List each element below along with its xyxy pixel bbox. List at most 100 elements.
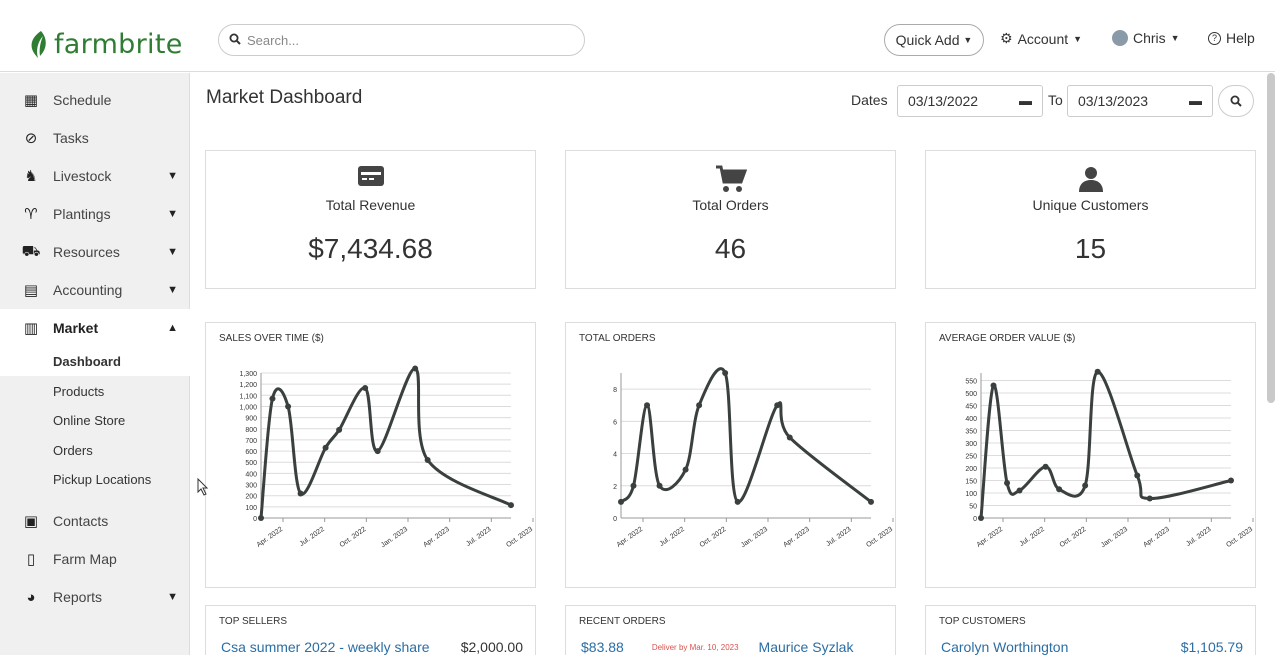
deliver-note: Deliver by Mar. 10, 2023 [651,642,739,652]
contact-card-icon: ▣ [23,513,39,530]
sidebar-item-resources[interactable]: ⛟ Resources ▼ [0,233,190,271]
y-tick-label: 800 [245,427,257,434]
y-tick-label: 1,200 [239,382,257,389]
sidebar-item-accounting[interactable]: ▤ Accounting ▼ [0,271,190,309]
y-tick-label: 300 [245,483,257,490]
sidebar-item-livestock[interactable]: ♞ Livestock ▼ [0,157,190,195]
calendar-icon: ▦ [23,92,39,109]
sidebar-item-label: Resources [53,244,120,260]
data-point [644,402,651,409]
amount: $1,105.79 [1180,639,1243,655]
sidebar-item-schedule[interactable]: ▦ Schedule [0,81,190,119]
y-tick-label: 0 [253,516,257,523]
search-input[interactable]: Search... [218,24,585,56]
leaf-logo-icon [31,31,46,58]
sidebar-subitem-pickup-locations[interactable]: Pickup Locations [0,465,190,494]
calendar-icon[interactable]: ▬ [1019,93,1032,108]
quick-add-button[interactable]: Quick Add ▼ [884,24,984,56]
sidebar-item-tasks[interactable]: ⊘ Tasks [0,119,190,157]
date-search-button[interactable] [1218,85,1254,117]
y-tick-label: 6 [613,419,617,426]
y-tick-label: 2 [613,484,617,491]
x-tick-label: Apr. 2023 [1142,526,1171,549]
dates-label: Dates [851,92,888,108]
list-title: RECENT ORDERS [579,616,666,627]
sidebar-item-label: Reports [53,589,103,605]
cart-icon [715,165,747,196]
caret-down-icon: ▼ [1073,33,1083,44]
amount: $2,000.00 [460,639,523,655]
data-point [508,502,514,509]
x-tick-label: Oct. 2023 [865,526,894,549]
sidebar-subitem-orders[interactable]: Orders [0,436,190,465]
data-point [618,498,624,505]
stat-card-revenue: Total Revenue $7,434.68 [205,150,536,289]
sidebar-item-farm-map[interactable]: ▯ Farm Map [0,540,190,578]
stat-value: $7,434.68 [308,233,433,264]
chart-title: SALES OVER TIME ($) [219,333,324,344]
chart-card-sales: SALES OVER TIME ($) 0 100 200 300 400 500 600 7… [205,322,536,588]
stat-label: Unique Customers [1032,197,1149,213]
calendar-icon[interactable]: ▬ [1189,93,1202,108]
data-point [656,482,663,489]
top-bar: farmbrite Search... Quick Add ▼ ⚙ Accoun… [0,8,1275,72]
tractor-icon: ⛟ [21,242,41,260]
x-tick-label: Oct. 2022 [699,526,728,549]
credit-card-icon [357,165,385,190]
user-name: Chris [1133,30,1166,46]
product-link[interactable]: Csa summer 2022 - weekly share [221,639,430,655]
data-point [285,403,292,410]
stat-label: Total Orders [692,197,769,213]
data-point [412,365,419,372]
data-point [978,515,984,521]
brand-name: farmbrite [54,28,183,60]
y-tick-label: 300 [965,441,977,448]
data-point [1016,487,1023,494]
data-point [322,444,329,451]
customer-link[interactable]: Carolyn Worthington [941,639,1068,655]
y-tick-label: 1,300 [239,371,257,378]
sidebar-item-contacts[interactable]: ▣ Contacts [0,502,190,540]
sidebar-item-label: Plantings [53,206,111,222]
x-tick-label: Jan. 2023 [380,526,409,549]
scrollbar[interactable] [1267,73,1275,403]
x-tick-label: Apr. 2022 [976,526,1005,549]
sidebar: ▦ Schedule ⊘ Tasks ♞ Livestock ▼ ♈ Plant… [0,73,190,655]
data-point [786,434,793,441]
y-tick-label: 450 [965,404,977,411]
sidebar-subitem-products[interactable]: Products [0,377,190,406]
order-link[interactable]: $83.88 [581,639,624,655]
account-label: Account [1017,30,1069,47]
data-point [1042,463,1049,470]
sales-over-time-chart: 0 100 200 300 400 500 600 700 800 900 1,000 1,100 1,… [239,365,534,549]
y-tick-label: 4 [613,452,617,459]
top-sellers-card: TOP SELLERS Csa summer 2022 - weekly sha… [205,605,536,655]
date-to-input[interactable]: 03/13/2023 ▬ [1067,85,1213,117]
sidebar-subitem-online-store[interactable]: Online Store [0,406,190,435]
stat-value: 46 [714,233,747,264]
help-link[interactable]: ? Help [1208,30,1255,46]
user-menu[interactable]: Chris ▼ [1112,30,1180,46]
help-icon: ? [1208,31,1221,45]
sidebar-subitem-dashboard[interactable]: Dashboard [0,347,190,376]
sidebar-item-market[interactable]: ▥ Market ▲ [0,309,190,347]
y-tick-label: 8 [613,387,617,394]
date-from-input[interactable]: 03/13/2022 ▬ [897,85,1043,117]
brand-logo[interactable]: farmbrite [28,26,183,62]
sidebar-item-reports[interactable]: ◕ Reports ▼ [0,578,190,616]
caret-down-icon: ▼ [1170,33,1180,43]
stat-card-orders: Total Orders 46 [565,150,896,289]
customer-link[interactable]: Maurice Syzlak [759,639,854,655]
x-tick-label: Jul. 2022 [1019,526,1046,548]
account-menu[interactable]: ⚙ Account ▼ [1000,30,1082,47]
mouse-cursor-icon [197,478,209,496]
x-tick-label: Jan. 2023 [740,526,769,549]
search-icon [229,33,241,48]
chevron-down-icon: ▼ [167,208,178,220]
x-tick-label: Jul. 2023 [825,526,852,548]
data-point [1082,482,1089,489]
y-tick-label: 400 [245,471,257,478]
data-point [1094,368,1101,375]
sidebar-item-plantings[interactable]: ♈ Plantings ▼ [0,195,190,233]
chevron-up-icon: ▲ [167,322,178,334]
